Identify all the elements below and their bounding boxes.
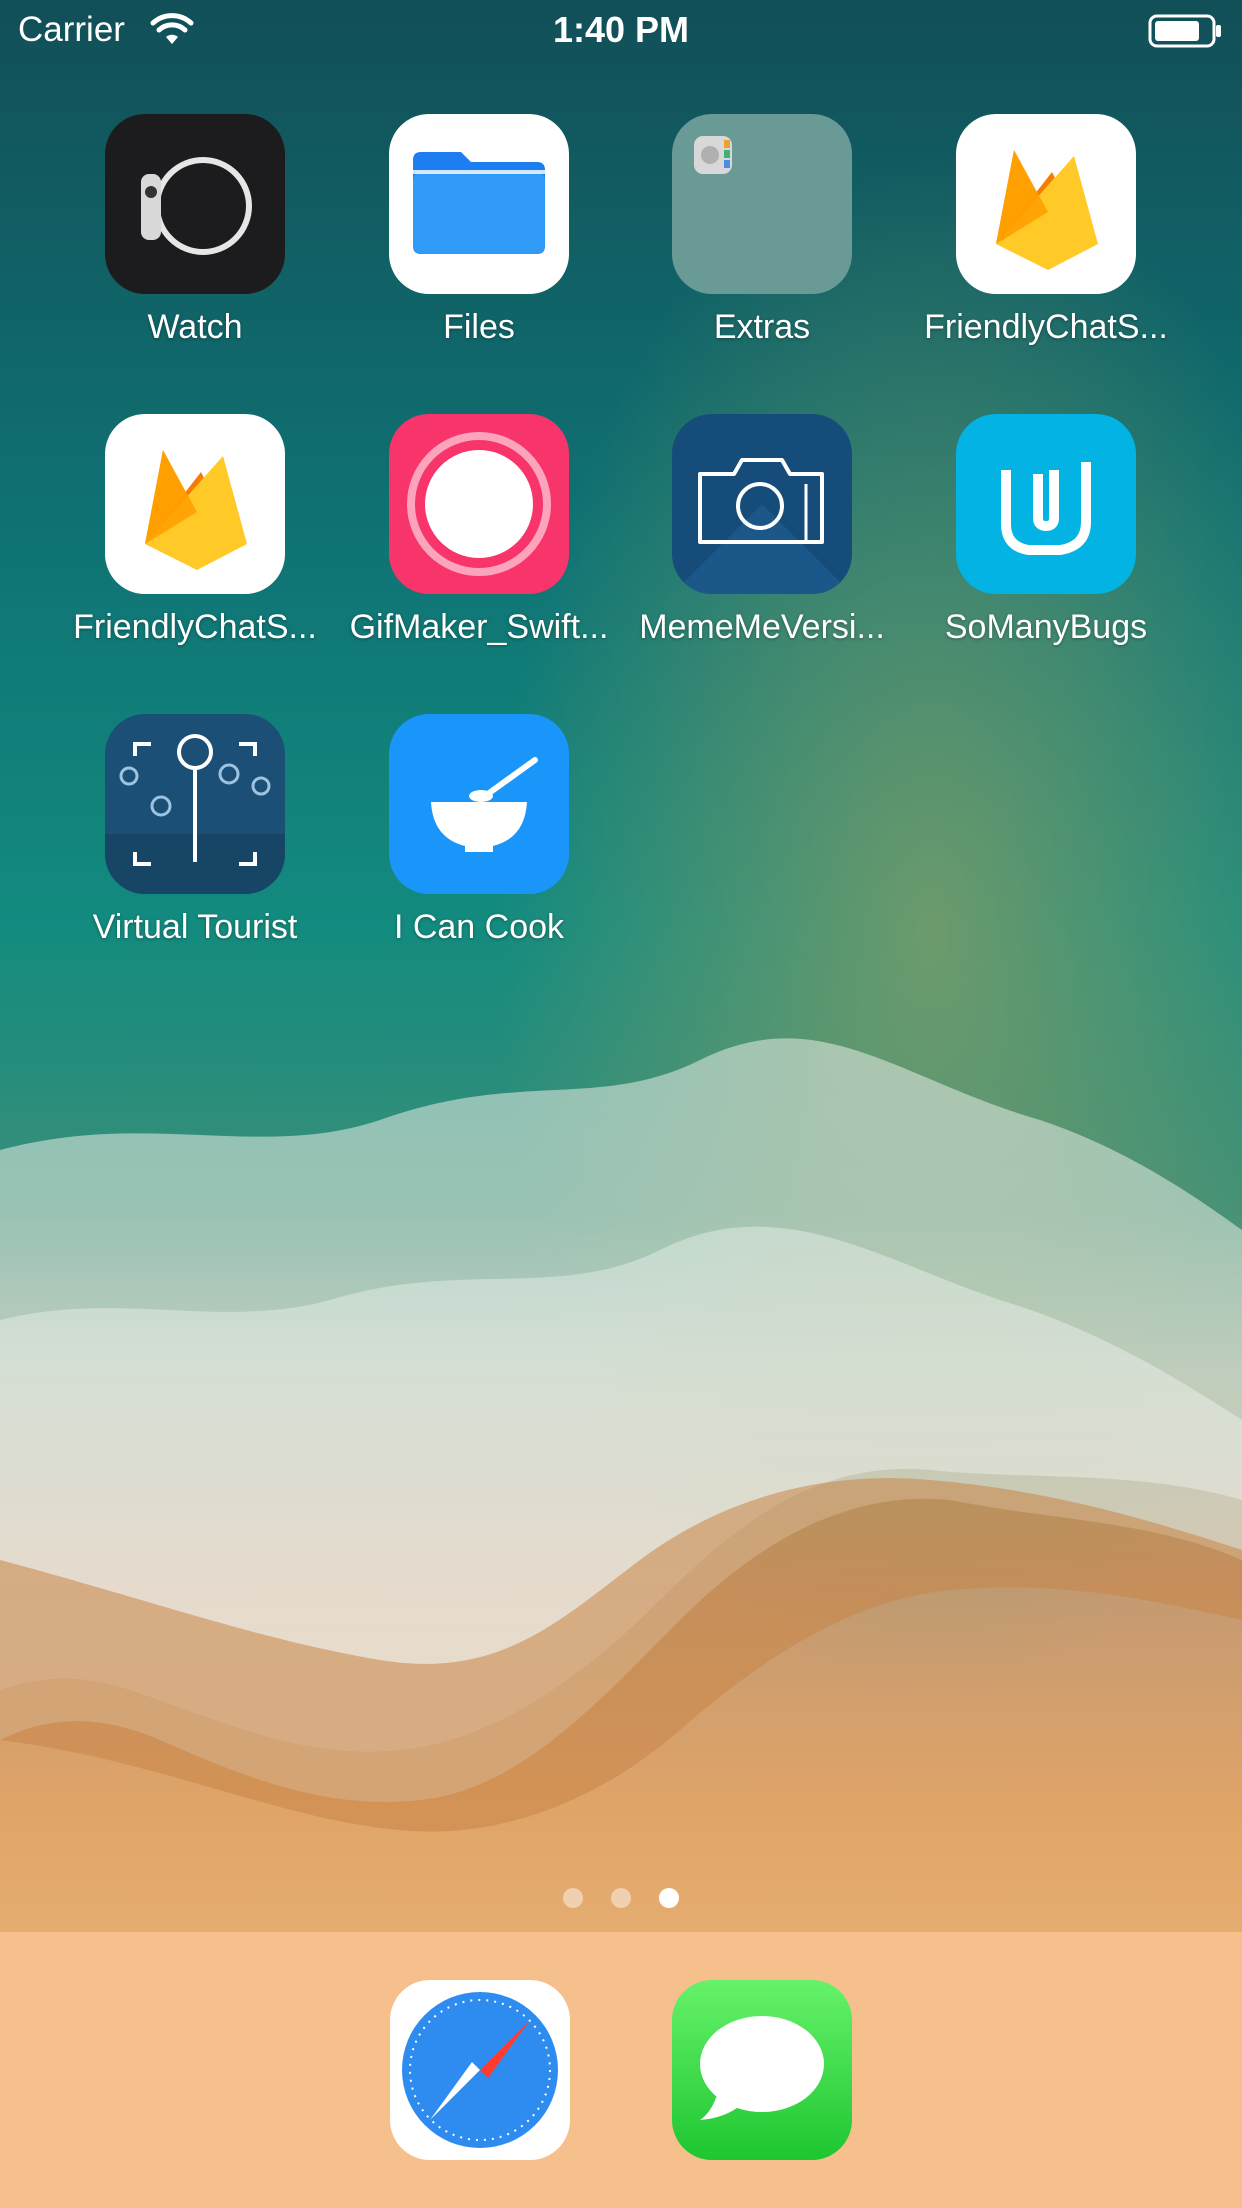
status-bar: Carrier 1:40 PM (0, 0, 1242, 62)
app-label: FriendlyChatS... (73, 608, 317, 646)
app-friendlychat-2[interactable]: FriendlyChatS... (65, 414, 325, 647)
record-icon (389, 414, 569, 594)
page-indicator[interactable] (0, 1888, 1242, 1912)
virtual-tourist-icon (105, 714, 285, 894)
dock (0, 1932, 1242, 2208)
safari-icon[interactable] (390, 1980, 570, 2160)
app-label: MemeMeVersi... (639, 608, 885, 646)
page-dot-3[interactable] (659, 1888, 679, 1908)
app-label: FriendlyChatS... (924, 308, 1168, 346)
app-label: I Can Cook (393, 908, 565, 946)
bowl-icon (389, 714, 569, 894)
files-icon (389, 114, 569, 294)
app-label: SoManyBugs (944, 608, 1148, 646)
firebase-icon (105, 414, 285, 594)
page-dot-1[interactable] (563, 1888, 583, 1908)
app-somanybugs[interactable]: SoManyBugs (916, 414, 1176, 647)
app-gifmaker[interactable]: GifMaker_Swift... (349, 414, 609, 647)
app-files[interactable]: Files (349, 114, 609, 347)
camera-icon (672, 414, 852, 594)
app-folder-extras[interactable]: Extras (632, 114, 892, 347)
firebase-icon (956, 114, 1136, 294)
messages-icon[interactable] (672, 1980, 852, 2160)
app-label: Extras (713, 308, 811, 346)
app-label: Watch (147, 308, 243, 346)
status-time: 1:40 PM (552, 9, 690, 50)
app-friendlychat-1[interactable]: FriendlyChatS... (916, 114, 1176, 347)
battery-icon (1148, 14, 1222, 48)
folder-icon (672, 114, 852, 294)
app-label: GifMaker_Swift... (349, 608, 609, 646)
app-mememe[interactable]: MemeMeVersi... (632, 414, 892, 647)
app-i-can-cook[interactable]: I Can Cook (349, 714, 609, 947)
app-virtual-tourist[interactable]: Virtual Tourist (65, 714, 325, 947)
app-label: Virtual Tourist (92, 908, 298, 946)
app-watch[interactable]: Watch (65, 114, 325, 347)
app-label: Files (443, 308, 515, 346)
watch-icon (105, 114, 285, 294)
page-dot-2[interactable] (611, 1888, 631, 1908)
udacity-icon (956, 414, 1136, 594)
